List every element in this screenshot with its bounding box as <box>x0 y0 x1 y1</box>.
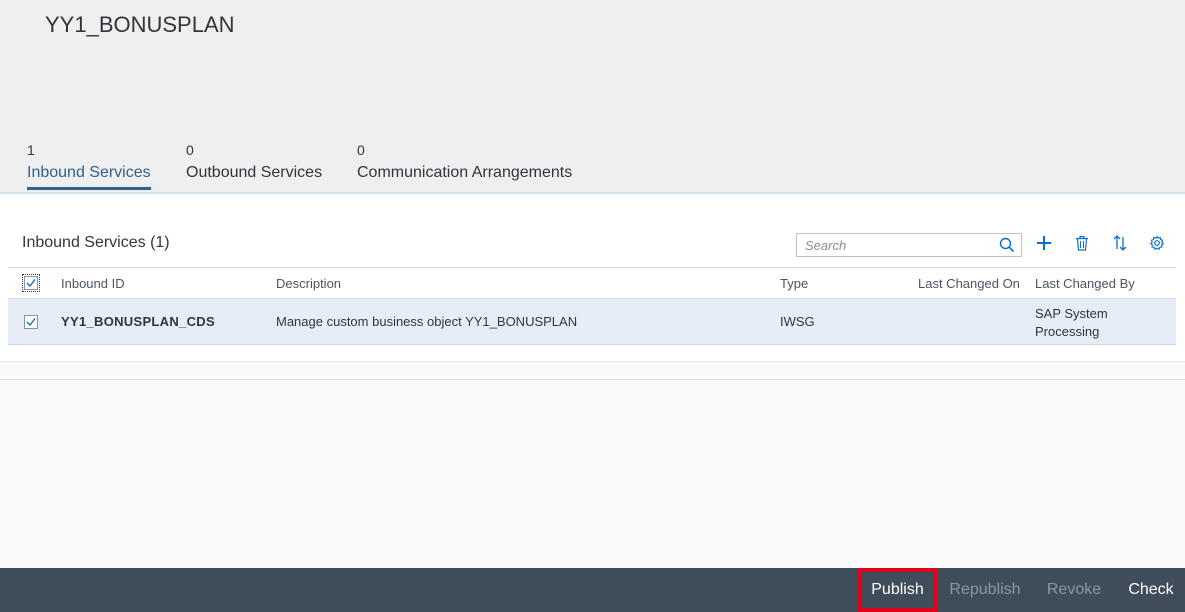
tab-label: Inbound Services <box>27 164 151 190</box>
inbound-id-cell: YY1_BONUSPLAN_CDS <box>61 314 215 329</box>
revoke-button[interactable]: Revoke <box>1038 568 1110 612</box>
table-row[interactable]: YY1_BONUSPLAN_CDS Manage custom business… <box>8 299 1176 345</box>
inbound-services-table: Inbound ID Description Type Last Changed… <box>8 267 1176 345</box>
search-field <box>796 233 1022 257</box>
last-changed-by-cell: SAP System Processing <box>1035 305 1108 341</box>
table-title: Inbound Services (1) <box>22 234 170 251</box>
republish-button[interactable]: Republish <box>942 568 1028 612</box>
checkmark-icon <box>26 318 36 327</box>
settings-button[interactable] <box>1145 233 1169 257</box>
checkmark-icon <box>26 279 36 288</box>
tab-outbound-services[interactable]: 0 Outbound Services <box>186 140 322 188</box>
tab-count: 0 <box>186 142 194 158</box>
footer-toolbar: Publish Republish Revoke Check <box>0 568 1185 612</box>
tab-divider <box>0 192 1185 194</box>
section-divider <box>0 379 1185 380</box>
select-all-checkbox[interactable] <box>22 274 40 292</box>
tab-count: 1 <box>27 142 35 158</box>
tab-inbound-services[interactable]: 1 Inbound Services <box>27 140 151 190</box>
publish-button[interactable]: Publish <box>858 568 937 612</box>
type-cell: IWSG <box>780 314 815 329</box>
column-header-type[interactable]: Type <box>780 276 808 291</box>
page-title: YY1_BONUSPLAN <box>45 12 235 37</box>
column-header-last-changed-by[interactable]: Last Changed By <box>1035 276 1135 291</box>
last-changed-by-line: SAP System <box>1035 306 1108 321</box>
search-icon[interactable] <box>999 237 1015 253</box>
last-changed-by-line: Processing <box>1035 324 1100 339</box>
tab-label: Outbound Services <box>186 164 323 181</box>
tab-communication-arrangements[interactable]: 0 Communication Arrangements <box>357 140 572 188</box>
check-button[interactable]: Check <box>1120 568 1182 612</box>
sort-icon <box>1112 234 1128 256</box>
table-header: Inbound ID Description Type Last Changed… <box>8 267 1176 299</box>
row-checkbox[interactable] <box>24 315 38 329</box>
tab-bar: 1 Inbound Services 0 Outbound Services 0… <box>0 140 1185 195</box>
column-header-last-changed-on[interactable]: Last Changed On <box>918 276 1020 291</box>
section-divider <box>0 361 1185 362</box>
sort-button[interactable] <box>1108 233 1132 257</box>
gear-icon <box>1149 235 1165 256</box>
add-button[interactable] <box>1032 233 1056 257</box>
search-input[interactable] <box>797 234 987 256</box>
column-header-inbound-id[interactable]: Inbound ID <box>61 276 125 291</box>
description-cell: Manage custom business object YY1_BONUSP… <box>276 314 578 329</box>
trash-icon <box>1074 235 1090 256</box>
inbound-services-section: Inbound Services (1) Inbound ID De <box>0 195 1185 361</box>
tab-label: Communication Arrangements <box>357 164 573 181</box>
delete-button[interactable] <box>1070 233 1094 257</box>
add-icon <box>1036 235 1052 256</box>
tab-count: 0 <box>357 142 365 158</box>
column-header-description[interactable]: Description <box>276 276 341 291</box>
